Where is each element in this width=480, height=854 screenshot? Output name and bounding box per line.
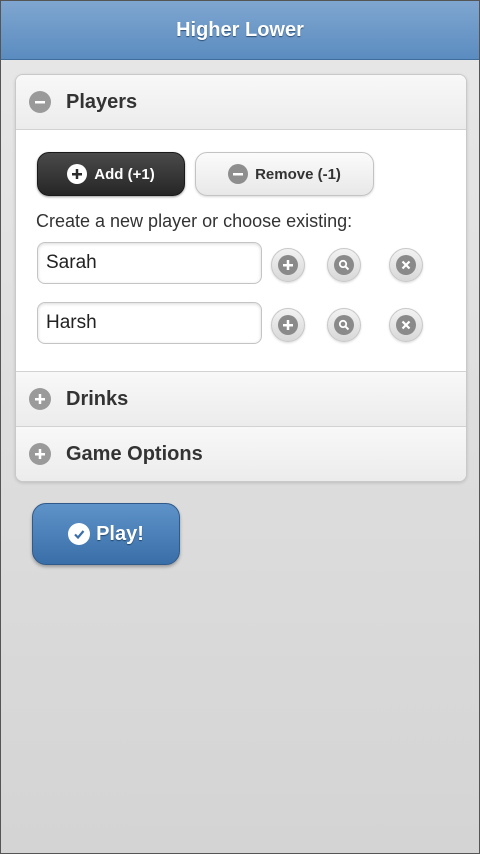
add-player-button[interactable]: Add (+1) <box>37 152 185 196</box>
player-row <box>37 302 447 348</box>
player-row <box>37 242 447 288</box>
page-title: Higher Lower <box>176 19 304 41</box>
close-icon <box>396 315 416 335</box>
settings-accordion: Players Add (+1) Remove (-1) Create a ne… <box>15 74 467 482</box>
add-existing-button[interactable] <box>271 308 305 342</box>
minus-icon <box>228 164 249 184</box>
close-icon <box>396 255 416 275</box>
plus-icon <box>67 164 88 184</box>
add-player-label: Add (+1) <box>94 165 155 183</box>
plus-icon <box>29 388 51 410</box>
search-player-button[interactable] <box>327 248 361 282</box>
section-title-players: Players <box>66 90 138 113</box>
plus-icon <box>278 315 298 335</box>
check-icon <box>68 523 91 545</box>
plus-icon <box>278 255 298 275</box>
section-title-drinks: Drinks <box>66 387 129 410</box>
page-header: Higher Lower <box>1 1 479 60</box>
search-icon <box>334 255 354 275</box>
search-player-button[interactable] <box>327 308 361 342</box>
app-frame: Higher Lower Players Add (+1) Remove (-1… <box>0 0 480 854</box>
section-header-drinks[interactable]: Drinks <box>16 372 466 427</box>
player-name-input[interactable] <box>37 242 262 284</box>
minus-icon <box>29 91 51 113</box>
player-name-input[interactable] <box>37 302 262 344</box>
section-title-game-options: Game Options <box>66 442 203 465</box>
section-header-players[interactable]: Players <box>16 75 466 130</box>
search-icon <box>334 315 354 335</box>
delete-player-button[interactable] <box>389 248 423 282</box>
play-button[interactable]: Play! <box>32 503 180 565</box>
players-panel: Add (+1) Remove (-1) Create a new player… <box>16 130 466 372</box>
plus-icon <box>29 443 51 465</box>
add-existing-button[interactable] <box>271 248 305 282</box>
delete-player-button[interactable] <box>389 308 423 342</box>
remove-player-label: Remove (-1) <box>255 165 341 183</box>
section-header-game-options[interactable]: Game Options <box>16 427 466 481</box>
play-label: Play! <box>96 522 144 545</box>
remove-player-button[interactable]: Remove (-1) <box>195 152 374 196</box>
player-prompt: Create a new player or choose existing: <box>36 211 353 231</box>
